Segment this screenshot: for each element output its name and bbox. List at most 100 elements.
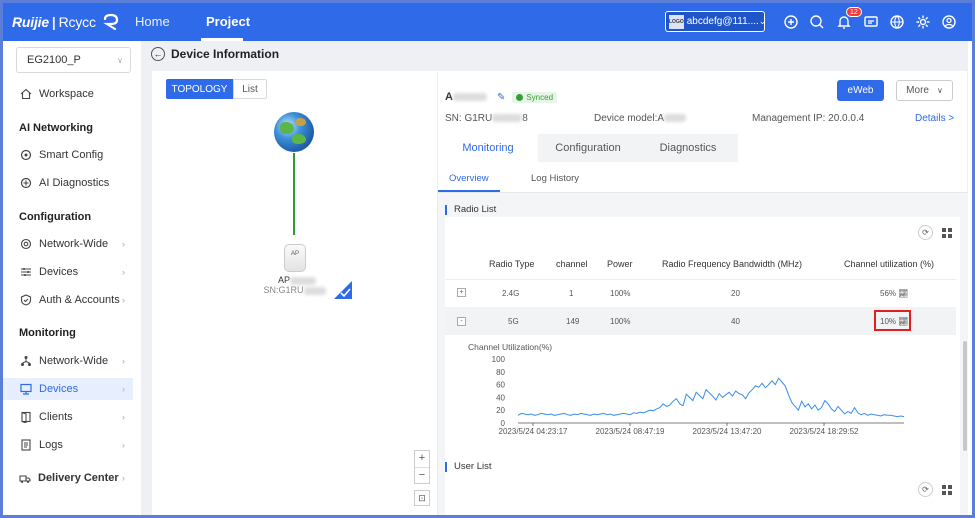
tab-list[interactable]: List <box>233 79 267 99</box>
device-header: A ✎ Synced <box>445 91 558 103</box>
tab-diagnostics[interactable]: Diagnostics <box>638 134 738 162</box>
x-tick-label: 2023/5/24 18:29:52 <box>790 427 860 436</box>
trend-chart-icon[interactable]: 📈︎ <box>898 289 908 298</box>
y-tick-label: 60 <box>496 381 505 390</box>
globe-language-icon[interactable] <box>889 14 905 30</box>
x-tick-label: 2023/5/24 08:47:19 <box>596 427 666 436</box>
refresh-icon[interactable]: ⟳ <box>918 482 933 497</box>
sidebar: EG2100_P ∨ Workspace AI Networking Smart… <box>3 41 141 515</box>
grid-view-icon[interactable] <box>939 225 954 240</box>
home-icon <box>20 88 32 100</box>
y-tick-label: 40 <box>496 393 505 402</box>
user-list-tools: ⟳ <box>912 482 954 497</box>
ap-node-label: AP <box>257 275 337 285</box>
breadcrumb: ← Device Information <box>151 47 279 61</box>
brand-logo[interactable]: Ruijie | Rcycc <box>12 13 120 31</box>
row-expand-button[interactable]: + <box>457 288 466 297</box>
ai-diagnostics-icon <box>20 177 32 189</box>
zoom-in-button[interactable]: + <box>415 451 429 467</box>
logs-icon <box>21 439 31 451</box>
chevron-right-icon: › <box>122 356 125 366</box>
cell-power: 100% <box>610 289 631 298</box>
management-ip: Management IP: 20.0.0.4 <box>752 113 865 124</box>
cloud-logo-icon <box>102 13 118 31</box>
chevron-right-icon: › <box>122 384 125 394</box>
tab-configuration[interactable]: Configuration <box>538 134 638 162</box>
more-dropdown-button[interactable]: More ∨ <box>896 80 953 101</box>
sidebar-item-mon-network-wide[interactable]: Network-Wide › <box>3 350 133 372</box>
details-link[interactable]: Details > <box>915 113 954 124</box>
device-selector[interactable]: EG2100_P ∨ <box>16 47 131 73</box>
cell-bandwidth: 20 <box>731 289 740 298</box>
sidebar-item-workspace[interactable]: Workspace <box>3 83 133 105</box>
sidebar-item-clients[interactable]: Clients › <box>3 406 133 428</box>
clients-icon <box>21 411 31 423</box>
access-point-icon[interactable]: AP <box>284 244 306 272</box>
sidebar-item-label: Workspace <box>39 88 94 100</box>
nav-home[interactable]: Home <box>135 14 170 29</box>
col-channel-utilization: Channel utilization (%) <box>844 259 935 269</box>
radio-list-tools: ⟳ <box>912 225 954 240</box>
gear-icon[interactable] <box>915 14 931 30</box>
account-logo: LOGO <box>669 14 684 29</box>
page-scroll-track <box>968 41 972 515</box>
account-name: abcdefg@111.... <box>686 16 759 27</box>
sidebar-item-auth-accounts[interactable]: Auth & Accounts › <box>3 289 133 311</box>
sidebar-item-smart-config[interactable]: Smart Config <box>3 144 133 166</box>
chevron-down-icon: ∨ <box>117 56 123 65</box>
chevron-down-icon: ⌄ <box>758 16 767 26</box>
search-icon[interactable] <box>809 14 825 30</box>
message-icon[interactable] <box>863 14 879 30</box>
tab-monitoring[interactable]: Monitoring <box>438 134 538 162</box>
sidebar-item-label: Smart Config <box>39 149 104 161</box>
sidebar-item-mon-devices[interactable]: Devices › <box>3 378 133 400</box>
sidebar-item-label: AI Diagnostics <box>39 177 110 189</box>
eweb-button[interactable]: eWeb <box>837 80 884 101</box>
account-selector[interactable]: LOGO abcdefg@111.... ⌄ <box>665 11 767 32</box>
sn-suffix: 8 <box>522 113 528 124</box>
edit-pencil-icon[interactable]: ✎ <box>497 92 505 103</box>
sidebar-item-logs[interactable]: Logs › <box>3 434 133 456</box>
tab-topology[interactable]: TOPOLOGY <box>166 79 233 99</box>
add-circle-icon[interactable] <box>783 14 799 30</box>
sidebar-item-ai-diagnostics[interactable]: AI Diagnostics <box>3 172 133 194</box>
subtab-log-history[interactable]: Log History <box>531 173 579 184</box>
col-radio-type: Radio Type <box>489 259 535 269</box>
grid-view-icon[interactable] <box>939 482 954 497</box>
chart-title: Channel Utilization(%) <box>468 343 552 352</box>
top-bar: Ruijie | Rcycc Home Project LOGO abcdefg… <box>3 3 972 41</box>
notification-badge: 12 <box>846 7 862 17</box>
more-label: More <box>906 85 929 96</box>
sidebar-item-cfg-network-wide[interactable]: Network-Wide › <box>3 233 133 255</box>
device-selector-value: EG2100_P <box>27 54 81 66</box>
sidebar-item-delivery-center[interactable]: Delivery Center › <box>3 467 133 489</box>
user-list-title-text: User List <box>454 461 492 472</box>
section-monitoring: Monitoring <box>19 327 76 339</box>
network-settings-icon <box>20 238 32 250</box>
subtab-overview[interactable]: Overview <box>449 173 489 184</box>
nav-project[interactable]: Project <box>206 14 250 29</box>
col-channel: channel <box>556 259 588 269</box>
row-collapse-button[interactable]: - <box>457 317 466 326</box>
device-sn: SN: G1RU 8 <box>445 113 528 124</box>
refresh-icon[interactable]: ⟳ <box>918 225 933 240</box>
section-configuration: Configuration <box>19 211 92 223</box>
user-list-card <box>445 455 960 515</box>
nav-active-indicator <box>201 38 243 41</box>
synced-badge: Synced <box>512 91 558 103</box>
sidebar-item-cfg-devices[interactable]: Devices › <box>3 261 133 283</box>
series-line <box>517 377 905 418</box>
scrollbar[interactable] <box>963 341 967 451</box>
page-title: Device Information <box>171 47 280 61</box>
sidebar-item-label: Clients <box>39 411 73 423</box>
sliders-icon <box>21 268 31 276</box>
user-profile-icon[interactable] <box>941 14 957 30</box>
brand-name: Ruijie <box>12 14 49 30</box>
zoom-out-button[interactable]: − <box>415 467 429 483</box>
cell-channel: 1 <box>569 289 574 298</box>
cell-channel: 149 <box>566 317 580 326</box>
internet-globe-icon[interactable] <box>274 112 314 152</box>
back-arrow-icon[interactable]: ← <box>151 47 165 61</box>
fit-view-icon[interactable]: ⊡ <box>414 490 430 506</box>
delivery-icon <box>19 475 31 483</box>
